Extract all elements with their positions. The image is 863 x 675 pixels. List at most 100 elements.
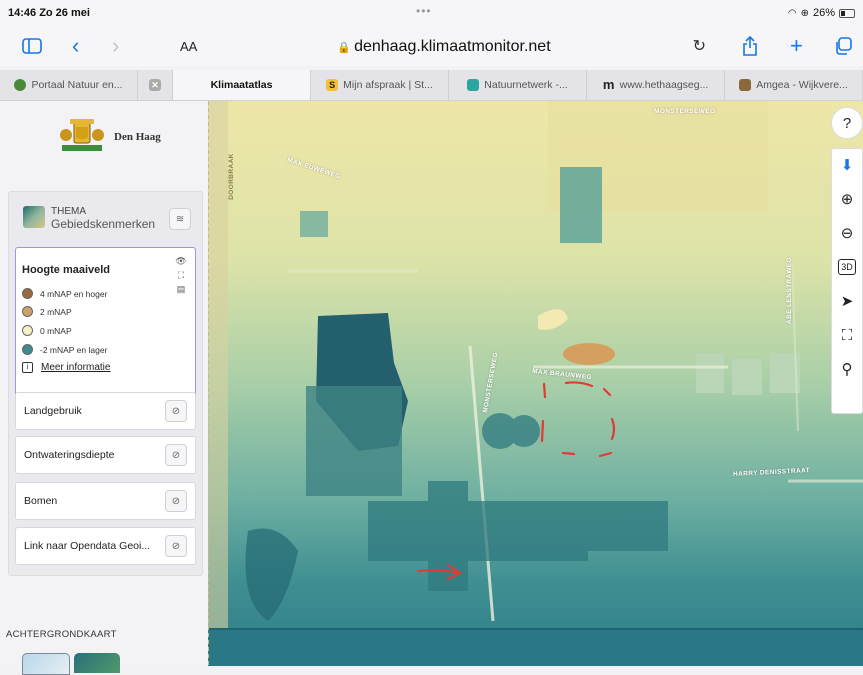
thema-value: Gebiedskenmerken bbox=[51, 217, 156, 231]
sidebar: Den Haag THEMA Gebiedskenmerken ≋ Hoogte… bbox=[0, 101, 208, 675]
zoom-out-button[interactable]: ⊖ bbox=[832, 217, 862, 249]
visibility-toggle-button[interactable]: ⊘ bbox=[165, 535, 187, 557]
fullscreen-button[interactable]: ⛶ bbox=[832, 319, 862, 351]
basemap-satellite-thumb[interactable] bbox=[74, 653, 120, 673]
street-label: DOORBRAAK bbox=[227, 153, 235, 200]
layer-opendata[interactable]: Link naar Opendata Geoi... ⊘ bbox=[15, 527, 196, 565]
tab-label: Amgea - Wijkvere... bbox=[756, 79, 848, 91]
battery-percent: 26% bbox=[812, 7, 835, 19]
thema-label: THEMA bbox=[51, 206, 86, 217]
folder-favicon bbox=[739, 79, 752, 91]
layer-ontwateringsdiepte[interactable]: Ontwateringsdiepte ⊘ bbox=[15, 436, 196, 474]
tab-bar: Portaal Natuur en... ✕ Klimaatatlas S Mi… bbox=[0, 70, 863, 101]
zoom-in-button[interactable]: ⊕ bbox=[832, 183, 862, 215]
legend-swatch bbox=[22, 288, 33, 299]
info-icon: i bbox=[22, 362, 33, 373]
browser-toolbar: ‹ › AA 🔒 denhaag.klimaatmonitor.net ↻ + bbox=[0, 26, 863, 66]
legend-toggle-icon[interactable]: ▤ bbox=[177, 284, 186, 295]
download-icon: ⬇ bbox=[840, 157, 854, 174]
new-tab-icon[interactable]: + bbox=[790, 32, 803, 60]
den-haag-logo[interactable]: Den Haag bbox=[58, 119, 161, 155]
legend-swatch bbox=[22, 325, 33, 336]
logo-text: Den Haag bbox=[114, 131, 161, 143]
visibility-toggle-button[interactable]: ⊘ bbox=[165, 490, 187, 512]
eye-off-icon: ⊘ bbox=[171, 540, 181, 552]
legend-label: 4 mNAP en hoger bbox=[40, 288, 108, 299]
download-button[interactable]: ⬇ bbox=[832, 149, 862, 181]
m-favicon: m bbox=[602, 77, 615, 92]
more-info-text: Meer informatie bbox=[41, 362, 111, 373]
tab-klimaatatlas[interactable]: Klimaatatlas bbox=[173, 70, 311, 100]
eye-off-icon: ⊘ bbox=[171, 405, 181, 417]
sidebar-toggle-icon[interactable] bbox=[22, 32, 42, 60]
url-display[interactable]: 🔒 denhaag.klimaatmonitor.net bbox=[176, 38, 712, 56]
3d-button[interactable]: 3D bbox=[832, 251, 862, 283]
tab-close-button[interactable]: ✕ bbox=[138, 70, 173, 100]
more-info-link[interactable]: i Meer informatie bbox=[22, 362, 110, 373]
3d-label: 3D bbox=[838, 259, 856, 275]
tab-natuurnetwerk[interactable]: Natuurnetwerk -... bbox=[449, 70, 587, 100]
eye-icon[interactable]: 👁 bbox=[175, 256, 186, 267]
layer-panel: THEMA Gebiedskenmerken ≋ Hoogte maaiveld… bbox=[8, 191, 203, 576]
tab-overview-icon[interactable] bbox=[834, 32, 852, 60]
layer-bomen[interactable]: Bomen ⊘ bbox=[15, 482, 196, 520]
layer-label: Landgebruik bbox=[24, 405, 82, 417]
map-controls: ⬇ ⊕ ⊖ 3D ➤ ⛶ ⚲ bbox=[831, 148, 863, 414]
street-label: MONSTERSEWEG bbox=[654, 108, 716, 115]
north-arrow-icon: ➤ bbox=[840, 293, 854, 310]
help-icon: ? bbox=[842, 114, 852, 132]
address-bar[interactable]: AA 🔒 denhaag.klimaatmonitor.net ↻ bbox=[176, 33, 712, 61]
tab-mijn-afspraak[interactable]: S Mijn afspraak | St... bbox=[311, 70, 449, 100]
layer-actions: 👁 ⛶ ▤ bbox=[172, 256, 190, 295]
layer-landgebruik[interactable]: Landgebruik ⊘ bbox=[15, 392, 196, 430]
status-bar: 14:46 Zo 26 mei ••• ◠ ⊕ 26% bbox=[0, 0, 863, 26]
legend-item: 0 mNAP bbox=[22, 325, 72, 336]
legend-label: 0 mNAP bbox=[40, 325, 72, 336]
eye-off-icon: ⊘ bbox=[171, 495, 181, 507]
north-button[interactable]: ➤ bbox=[832, 285, 862, 317]
multitasking-dots[interactable]: ••• bbox=[416, 4, 432, 18]
layer-hoogte-maaiveld[interactable]: Hoogte maaiveld 👁 ⛶ ▤ 4 mNAP en hoger 2 … bbox=[15, 247, 196, 401]
basemap-map-thumb[interactable] bbox=[22, 653, 70, 675]
legend-label: -2 mNAP en lager bbox=[40, 344, 108, 355]
tab-portaal-natuur[interactable]: Portaal Natuur en... bbox=[0, 70, 138, 100]
elevation-map bbox=[208, 101, 863, 666]
visibility-toggle-button[interactable]: ⊘ bbox=[165, 444, 187, 466]
location-button[interactable]: ⚲ bbox=[832, 353, 862, 385]
s-favicon: S bbox=[326, 79, 339, 91]
zoom-out-icon: ⊖ bbox=[840, 225, 854, 242]
tab-label: www.hethaagseg... bbox=[619, 79, 709, 91]
expand-icon[interactable]: ⛶ bbox=[178, 270, 184, 281]
tab-label: Mijn afspraak | St... bbox=[343, 79, 433, 91]
help-button[interactable]: ? bbox=[831, 107, 863, 139]
lock-icon: 🔒 bbox=[337, 42, 352, 54]
thema-selector[interactable]: THEMA Gebiedskenmerken bbox=[23, 206, 155, 231]
orientation-lock-icon: ⊕ bbox=[800, 7, 809, 19]
reload-icon[interactable]: ↻ bbox=[693, 36, 706, 56]
back-icon[interactable]: ‹ bbox=[72, 32, 79, 60]
close-tab-icon: ✕ bbox=[149, 79, 161, 91]
green-globe-favicon bbox=[14, 79, 27, 91]
den-haag-crest-icon bbox=[60, 119, 104, 151]
legend-swatch bbox=[22, 344, 33, 355]
layer-title: Hoogte maaiveld bbox=[22, 264, 111, 276]
legend-item: 4 mNAP en hoger bbox=[22, 288, 107, 299]
legend-label: 2 mNAP bbox=[40, 306, 72, 317]
street-label: ABE LENSTRAWEG bbox=[786, 257, 793, 324]
forward-icon[interactable]: › bbox=[112, 32, 119, 60]
url-text: denhaag.klimaatmonitor.net bbox=[354, 38, 551, 55]
visibility-toggle-button[interactable]: ⊘ bbox=[165, 400, 187, 422]
legend-item: 2 mNAP bbox=[22, 306, 72, 317]
map-view[interactable]: MONSTERSEWEG MAX EUWEWEG DOORBRAAK MONST… bbox=[208, 101, 863, 666]
app-favicon bbox=[467, 79, 480, 91]
share-icon[interactable] bbox=[742, 32, 758, 60]
legend-swatch bbox=[22, 306, 33, 317]
tab-label: Natuurnetwerk -... bbox=[484, 79, 568, 91]
layer-label: Bomen bbox=[24, 495, 58, 507]
tab-amgea[interactable]: Amgea - Wijkvere... bbox=[725, 70, 863, 100]
tab-hethaagse[interactable]: m www.hethaagseg... bbox=[587, 70, 725, 100]
thema-thumbnail bbox=[23, 206, 45, 228]
layers-stack-button[interactable]: ≋ bbox=[169, 208, 191, 230]
tab-label: Portaal Natuur en... bbox=[31, 79, 123, 91]
status-right: ◠ ⊕ 26% bbox=[788, 7, 855, 19]
